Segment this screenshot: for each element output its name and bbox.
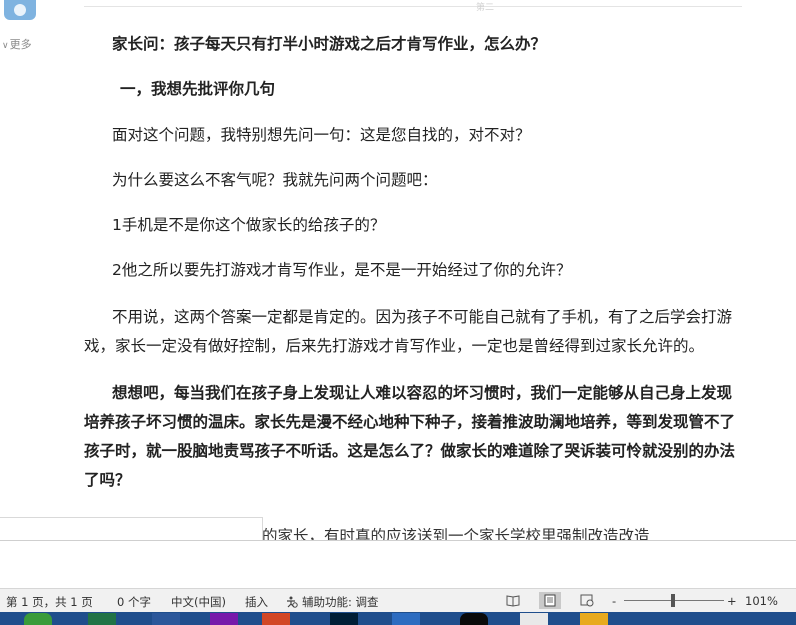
document-bottom-rule bbox=[0, 540, 796, 541]
notification-popup[interactable] bbox=[0, 517, 263, 540]
accessibility-icon bbox=[287, 596, 298, 608]
page-top-rule bbox=[84, 6, 742, 7]
zoom-level[interactable]: 101% bbox=[745, 594, 778, 608]
document-body[interactable]: 家长问：孩子每天只有打半小时游戏之后才肯写作业，怎么办？ 一，我想先批评你几句 … bbox=[84, 30, 744, 495]
doc-title: 家长问：孩子每天只有打半小时游戏之后才肯写作业，怎么办？ bbox=[112, 35, 547, 53]
web-layout-icon bbox=[580, 594, 594, 607]
app-icon-6[interactable] bbox=[392, 613, 420, 625]
insert-mode[interactable]: 插入 bbox=[245, 594, 268, 610]
doc-heading: 一，我想先批评你几句 bbox=[120, 80, 276, 98]
read-mode-icon bbox=[506, 595, 520, 607]
page-info[interactable]: 第 1 页，共 1 页 bbox=[6, 594, 93, 610]
zoom-in-button[interactable]: + bbox=[727, 594, 737, 608]
paragraph-1: 面对这个问题，我特别想先问一句：这是您自找的，对不对？ bbox=[112, 126, 531, 144]
document-page[interactable]: 第二 家长问：孩子每天只有打半小时游戏之后才肯写作业，怎么办？ 一，我想先批评你… bbox=[0, 0, 796, 540]
print-layout-icon bbox=[544, 594, 556, 607]
read-mode-button[interactable] bbox=[502, 592, 524, 609]
paragraph-5: 不用说，这两个答案一定都是肯定的。因为孩子不可能自己就有了手机，有了之后学会打游… bbox=[84, 308, 733, 355]
paragraph-2: 为什么要这么不客气呢？我就先问两个问题吧： bbox=[112, 171, 438, 189]
accessibility-label: 辅助功能: 调查 bbox=[302, 595, 379, 609]
app-icon-7[interactable] bbox=[460, 613, 488, 625]
excel-app-icon[interactable] bbox=[88, 613, 116, 625]
app-icon-8[interactable] bbox=[520, 613, 548, 625]
zoom-out-button[interactable]: - bbox=[612, 594, 616, 608]
print-layout-button[interactable] bbox=[539, 592, 561, 609]
paragraph-7-partial: 的家长，有时真的应该送到一个家长学校里强制改造改造 bbox=[262, 527, 650, 540]
onenote-app-icon[interactable] bbox=[210, 613, 238, 625]
paragraph-3: 1手机是不是你这个做家长的给孩子的？ bbox=[112, 216, 386, 234]
zoom-slider-thumb[interactable] bbox=[671, 594, 675, 607]
powerpoint-app-icon[interactable] bbox=[262, 613, 290, 625]
page-label: 第二 bbox=[476, 3, 495, 13]
language-indicator[interactable]: 中文(中国) bbox=[171, 594, 226, 610]
paragraph-6: 想想吧，每当我们在孩子身上发现让人难以容忍的坏习惯时，我们一定能够从自己身上发现… bbox=[84, 384, 736, 489]
status-bar: 第 1 页，共 1 页 0 个字 中文(中国) 插入 辅助功能: 调查 - + … bbox=[0, 588, 796, 613]
photoshop-app-icon[interactable] bbox=[330, 613, 358, 625]
word-app-icon[interactable] bbox=[152, 613, 180, 625]
taskbar bbox=[0, 612, 796, 625]
app-icon-9[interactable] bbox=[580, 613, 608, 625]
word-count[interactable]: 0 个字 bbox=[117, 594, 151, 610]
chrome-app-icon[interactable] bbox=[24, 613, 52, 625]
paragraph-4: 2他之所以要先打游戏才肯写作业，是不是一开始经过了你的允许？ bbox=[112, 261, 572, 279]
web-layout-button[interactable] bbox=[576, 592, 598, 609]
accessibility-status[interactable]: 辅助功能: 调查 bbox=[286, 594, 379, 610]
